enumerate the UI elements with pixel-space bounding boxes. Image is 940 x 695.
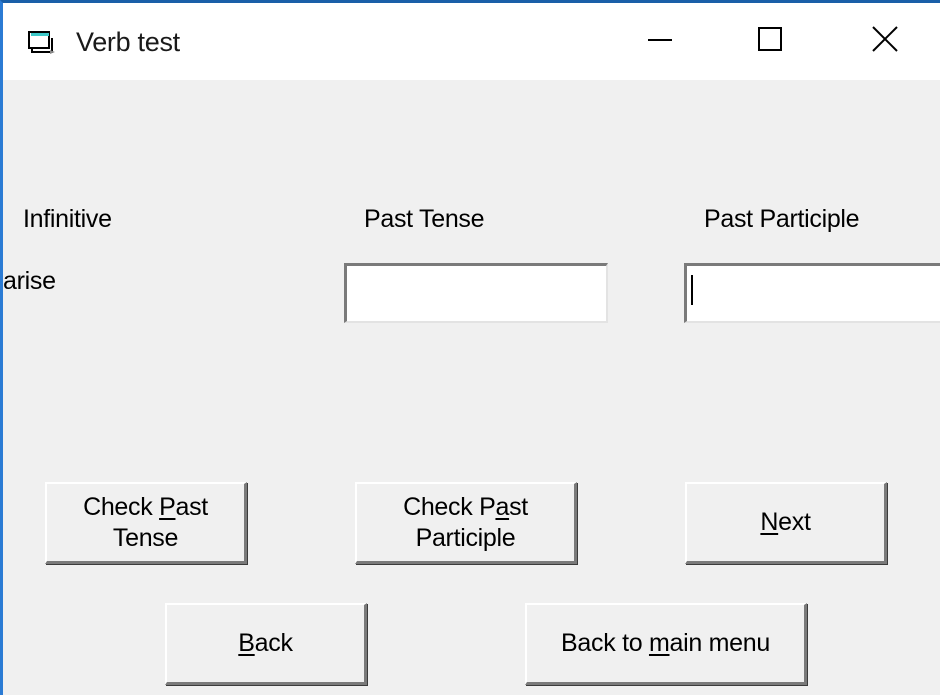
title-bar[interactable]: Verb test <box>3 3 940 80</box>
form-window-icon <box>28 30 58 56</box>
text-caret <box>691 275 693 305</box>
check-past-tense-button[interactable]: Check Past Tense <box>45 482 247 564</box>
past-tense-header: Past Tense <box>364 205 485 233</box>
infinitive-verb: arise <box>3 267 56 295</box>
check-past-participle-label: Check Past Participle <box>403 492 528 552</box>
back-label: Back <box>238 629 293 657</box>
check-past-participle-button[interactable]: Check Past Participle <box>355 482 577 564</box>
minimize-icon <box>647 26 673 57</box>
minimize-button[interactable] <box>605 3 715 80</box>
back-to-main-menu-label: Back to main menu <box>561 629 770 657</box>
infinitive-header: Infinitive <box>23 205 112 233</box>
maximize-button[interactable] <box>715 3 825 80</box>
back-to-main-menu-button[interactable]: Back to main menu <box>525 603 807 685</box>
next-label: Next <box>760 508 811 536</box>
close-icon <box>872 26 898 57</box>
past-tense-input[interactable] <box>344 263 608 323</box>
window-title: Verb test <box>76 27 180 57</box>
maximize-icon <box>757 26 783 57</box>
next-button[interactable]: Next <box>685 482 887 564</box>
past-participle-input[interactable] <box>684 263 940 323</box>
back-button[interactable]: Back <box>165 603 367 685</box>
close-button[interactable] <box>830 3 940 80</box>
past-participle-header: Past Participle <box>704 205 860 233</box>
verb-test-window: Verb test Infinitive Past Tense Past Par… <box>0 0 940 695</box>
check-past-tense-label: Check Past Tense <box>83 492 208 552</box>
